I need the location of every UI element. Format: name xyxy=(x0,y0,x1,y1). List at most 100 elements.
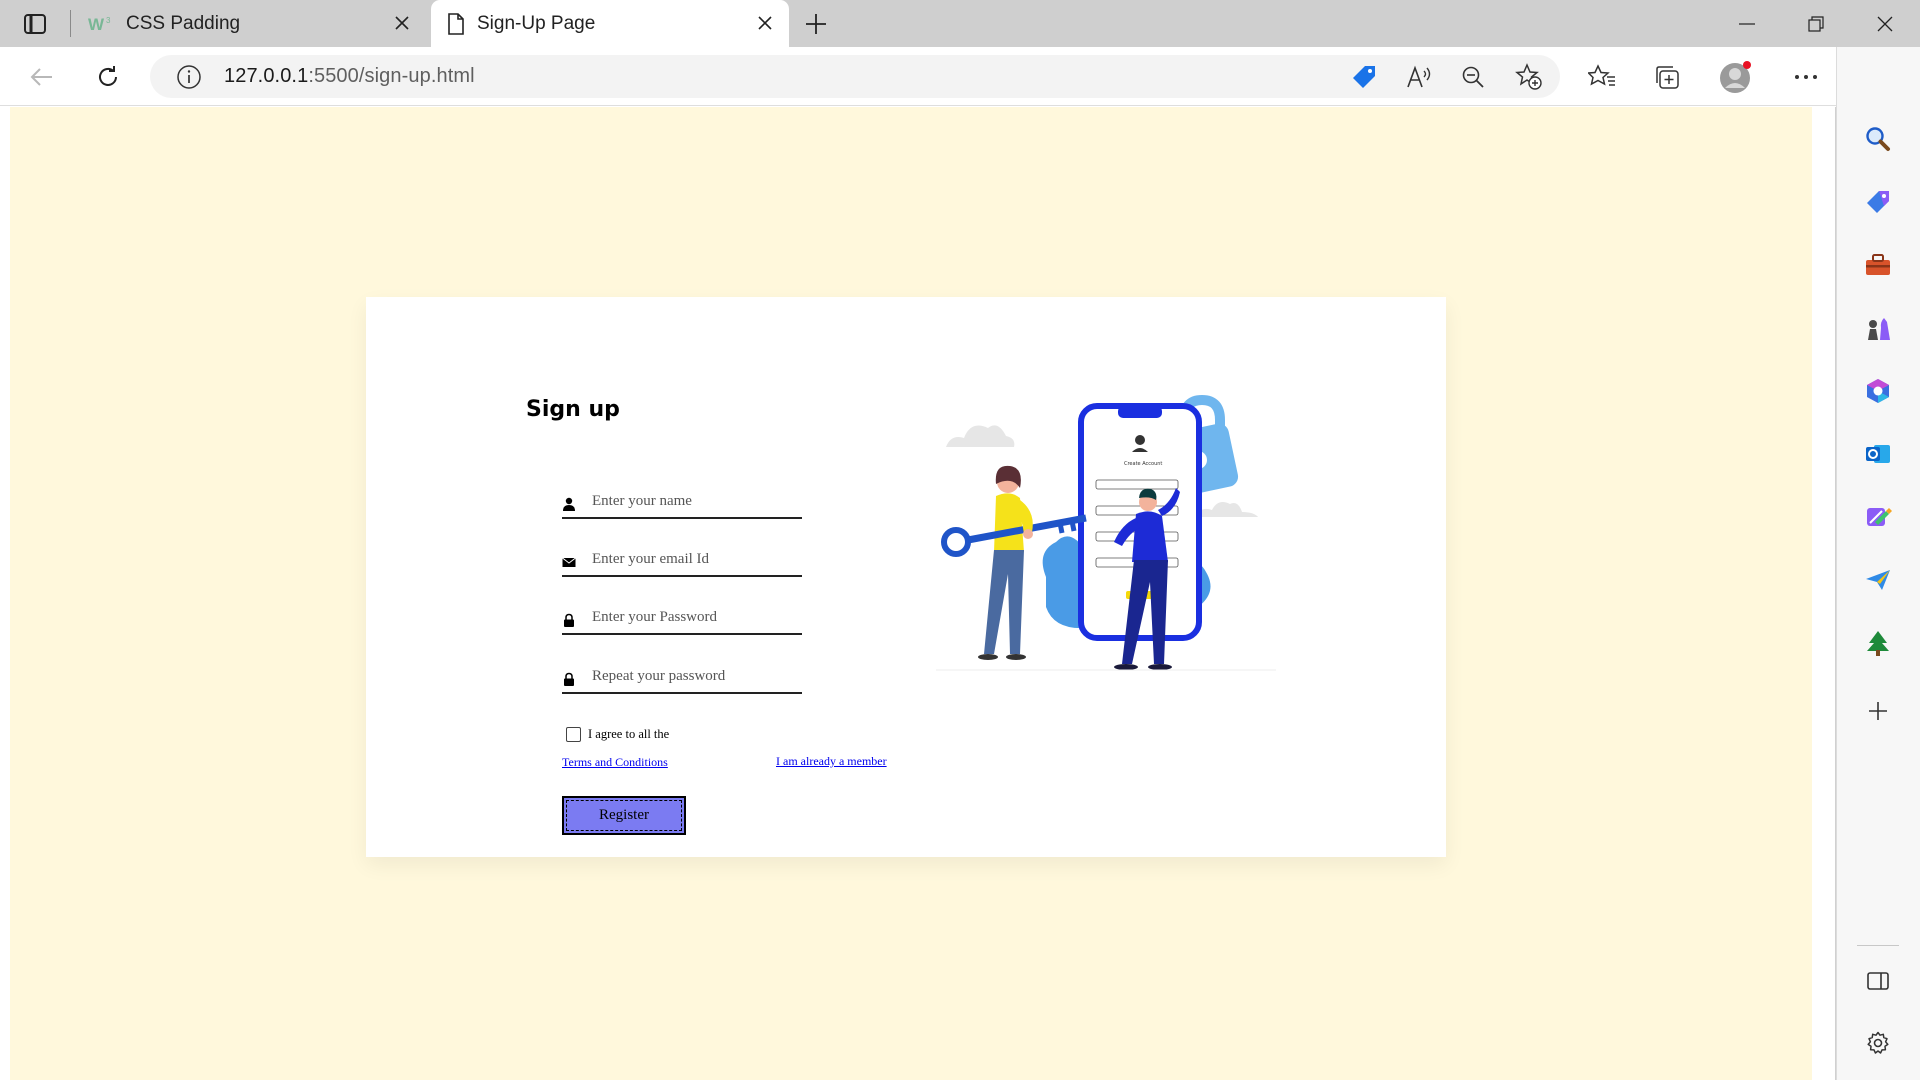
sidebar-hide-button[interactable] xyxy=(1858,961,1898,1001)
tab-sign-up-page[interactable]: Sign-Up Page xyxy=(431,0,789,47)
user-icon xyxy=(563,497,575,511)
url-host: 127.0.0.1 xyxy=(224,65,309,87)
email-field xyxy=(562,543,802,577)
collections-button[interactable] xyxy=(1650,59,1686,95)
favorites-icon xyxy=(1588,64,1615,86)
shopping-tag-button[interactable] xyxy=(1350,63,1378,91)
name-field xyxy=(562,485,802,519)
sidebar-shopping-button[interactable] xyxy=(1858,182,1898,222)
plus-icon xyxy=(806,14,826,34)
password-input[interactable] xyxy=(592,601,797,633)
repeat-password-input[interactable] xyxy=(592,660,797,692)
sidebar-designer-button[interactable] xyxy=(1858,497,1898,537)
sidebar-divider xyxy=(1857,945,1899,946)
terms-link[interactable]: Terms and Conditions xyxy=(562,755,668,770)
read-aloud-button[interactable] xyxy=(1405,63,1433,91)
page-icon xyxy=(448,12,464,35)
toolbox-icon xyxy=(1866,254,1890,275)
tree-icon xyxy=(1867,631,1889,656)
zoom-out-icon xyxy=(1462,66,1484,88)
sidebar-games-button[interactable] xyxy=(1858,308,1898,348)
signup-card: Sign up I agree to all the Terms xyxy=(366,297,1446,857)
envelope-icon xyxy=(562,557,576,567)
password-field xyxy=(562,601,802,635)
page-viewport: Sign up I agree to all the Terms xyxy=(0,107,1836,1080)
back-button[interactable] xyxy=(24,59,60,95)
plus-icon xyxy=(1869,702,1887,720)
microsoft365-icon xyxy=(1867,379,1889,403)
browser-toolbar: 127.0.0.1:5500/sign-up.html xyxy=(0,47,1920,106)
url-path: :5500/sign-up.html xyxy=(308,65,475,87)
repeat-password-field xyxy=(562,660,802,694)
register-button[interactable]: Register xyxy=(562,796,686,835)
address-bar[interactable]: 127.0.0.1:5500/sign-up.html xyxy=(150,55,1560,98)
close-window-button[interactable] xyxy=(1862,8,1908,40)
restore-button[interactable] xyxy=(1793,8,1839,40)
signup-illustration: Create Account xyxy=(936,394,1276,671)
lock-icon xyxy=(564,613,574,627)
svg-text:Create Account: Create Account xyxy=(1124,461,1162,467)
sidebar-search-button[interactable] xyxy=(1858,119,1898,159)
sidebar-add-button[interactable] xyxy=(1858,691,1898,731)
tab-separator xyxy=(70,10,71,37)
minimize-icon xyxy=(1739,23,1755,25)
page-title: Sign up xyxy=(526,397,620,422)
tab-actions-icon xyxy=(24,14,46,34)
sidebar-tree-button[interactable] xyxy=(1858,623,1898,663)
scrollbar-track[interactable] xyxy=(1812,107,1836,1080)
refresh-button[interactable] xyxy=(90,59,126,95)
price-tag-icon xyxy=(1353,66,1375,88)
favorites-button[interactable] xyxy=(1584,59,1620,95)
agree-row: I agree to all the xyxy=(566,727,669,742)
url-text: 127.0.0.1:5500/sign-up.html xyxy=(224,65,475,88)
chess-pieces-icon xyxy=(1868,318,1890,340)
svg-text:W: W xyxy=(88,15,105,33)
outlook-icon xyxy=(1866,445,1890,463)
close-icon xyxy=(758,16,772,30)
paper-plane-icon xyxy=(1866,570,1890,590)
already-member-link[interactable]: I am already a member xyxy=(776,754,887,769)
tab-title: Sign-Up Page xyxy=(477,12,596,34)
edge-sidebar xyxy=(1836,47,1920,1080)
avatar-icon xyxy=(1720,61,1751,93)
minimize-button[interactable] xyxy=(1724,8,1770,40)
star-add-icon xyxy=(1515,63,1542,90)
refresh-icon xyxy=(99,66,117,86)
agree-checkbox[interactable] xyxy=(566,727,581,742)
close-icon xyxy=(395,16,409,30)
email-input[interactable] xyxy=(592,543,797,575)
gear-icon xyxy=(1867,1031,1889,1054)
tab-actions-button[interactable] xyxy=(18,10,52,38)
sidebar-outlook-button[interactable] xyxy=(1858,434,1898,474)
profile-button[interactable] xyxy=(1718,59,1754,95)
close-tab-button[interactable] xyxy=(753,11,777,35)
sidebar-microsoft365-button[interactable] xyxy=(1858,371,1898,411)
w3schools-icon: W3 xyxy=(88,15,111,33)
new-tab-button[interactable] xyxy=(800,8,832,40)
svg-text:3: 3 xyxy=(106,16,111,25)
search-icon xyxy=(1866,127,1890,151)
restore-icon xyxy=(1808,16,1824,32)
sidebar-settings-button[interactable] xyxy=(1858,1023,1898,1063)
sidebar-panel-icon xyxy=(1867,972,1889,990)
shopping-tag-icon xyxy=(1867,191,1889,213)
settings-more-button[interactable] xyxy=(1788,59,1824,95)
back-arrow-icon xyxy=(30,68,52,86)
tab-css-padding[interactable]: W3 CSS Padding xyxy=(86,0,426,47)
designer-icon xyxy=(1867,508,1892,526)
collections-icon xyxy=(1656,66,1679,89)
name-input[interactable] xyxy=(592,485,797,517)
lock-icon xyxy=(564,672,574,686)
add-favorite-button[interactable] xyxy=(1515,63,1543,91)
zoom-out-button[interactable] xyxy=(1459,63,1487,91)
site-info-icon[interactable] xyxy=(176,64,202,90)
sidebar-tools-button[interactable] xyxy=(1858,245,1898,285)
close-icon xyxy=(1877,16,1893,32)
page-background: Sign up I agree to all the Terms xyxy=(10,107,1812,1080)
close-tab-button[interactable] xyxy=(390,11,414,35)
tab-strip: W3 CSS Padding Sign-Up Page xyxy=(0,0,1920,47)
more-dots-icon xyxy=(1795,75,1817,79)
agree-label: I agree to all the xyxy=(588,727,670,741)
sidebar-send-button[interactable] xyxy=(1858,560,1898,600)
tab-title: CSS Padding xyxy=(126,12,241,34)
